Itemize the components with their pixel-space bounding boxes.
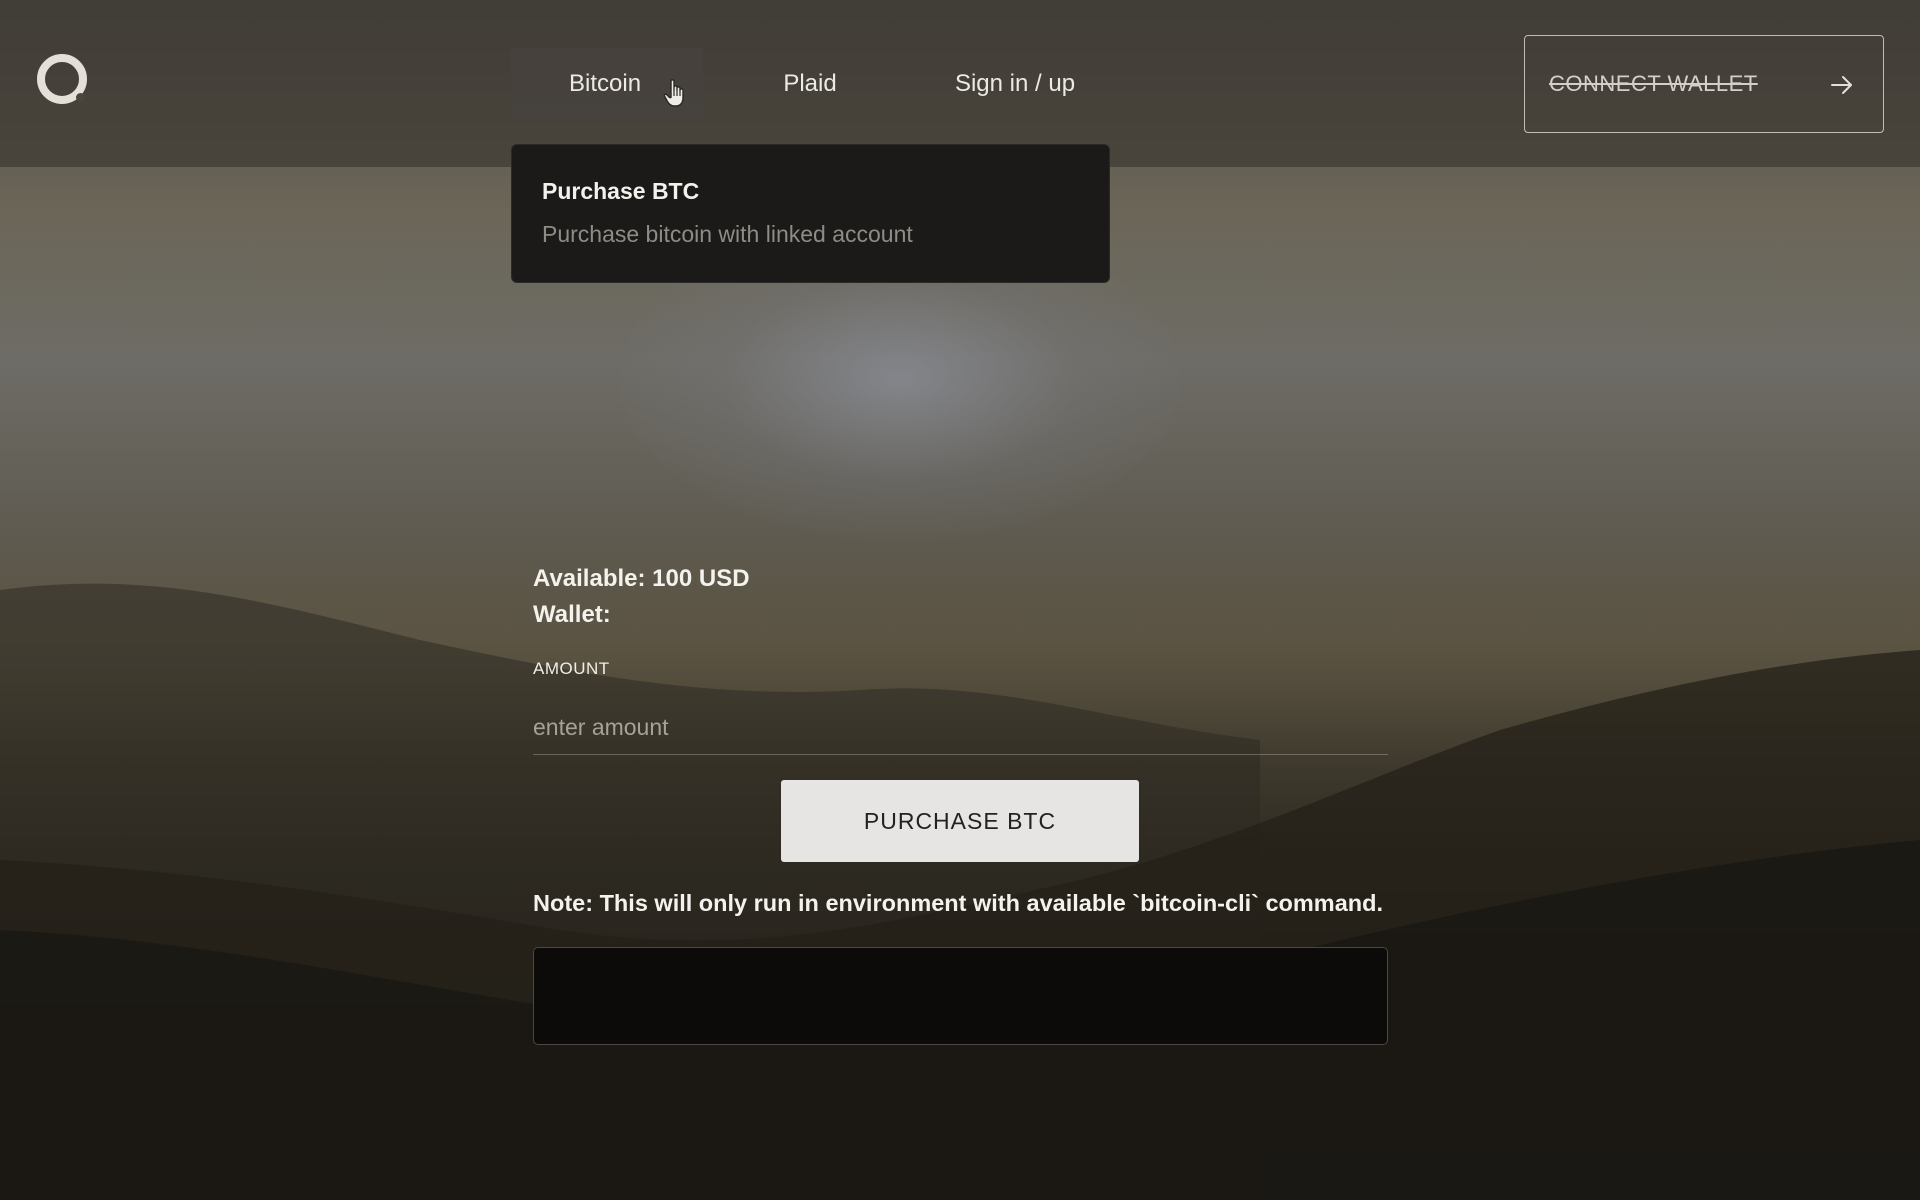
dropdown-item-description[interactable]: Purchase bitcoin with linked account — [542, 221, 913, 248]
page-background: Bitcoin Plaid Sign in / up CONNECT WALLE… — [0, 0, 1920, 1200]
available-balance: Available: 100 USD — [533, 565, 750, 592]
command-output-box — [533, 947, 1388, 1045]
top-navigation-bar: Bitcoin Plaid Sign in / up CONNECT WALLE… — [0, 0, 1920, 167]
note-text: Note: This will only run in environment … — [533, 890, 1384, 916]
amount-input[interactable] — [533, 700, 1388, 755]
wallet-label: Wallet: — [533, 601, 611, 628]
logo-icon[interactable] — [37, 54, 87, 104]
nav-item-plaid-label: Plaid — [783, 70, 837, 97]
dropdown-item-title[interactable]: Purchase BTC — [542, 178, 699, 205]
nav-item-bitcoin[interactable]: Bitcoin — [511, 48, 703, 120]
hand-pointer-icon — [663, 79, 684, 107]
arrow-right-icon — [1831, 76, 1852, 94]
nav-item-plaid[interactable]: Plaid — [760, 48, 860, 120]
nav-item-bitcoin-label: Bitcoin — [569, 70, 642, 97]
bitcoin-dropdown-menu: Purchase BTC Purchase bitcoin with linke… — [511, 144, 1110, 283]
connect-wallet-button[interactable]: CONNECT WALLET — [1524, 35, 1884, 133]
purchase-btc-button[interactable]: PURCHASE BTC — [781, 780, 1139, 862]
connect-wallet-label: CONNECT WALLET — [1549, 71, 1758, 96]
amount-label: AMOUNT — [533, 659, 610, 678]
nav-item-sign-in[interactable]: Sign in / up — [935, 48, 1095, 120]
logo-dot — [76, 93, 85, 102]
nav-item-sign-in-label: Sign in / up — [954, 70, 1076, 97]
